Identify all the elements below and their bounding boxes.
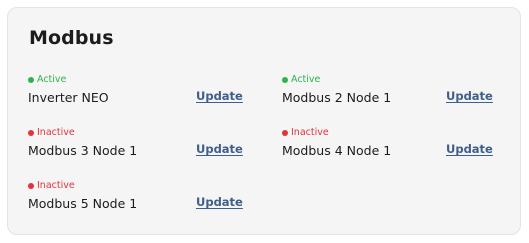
card-title: Modbus xyxy=(29,27,114,49)
status-label: Inactive xyxy=(37,180,75,191)
device-item: Inactive Modbus 5 Node 1 Update xyxy=(28,180,258,220)
update-link[interactable]: Update xyxy=(196,195,243,209)
device-name: Modbus 3 Node 1 xyxy=(28,143,138,158)
status-dot-icon xyxy=(282,129,288,136)
status-label: Active xyxy=(37,74,67,85)
update-link[interactable]: Update xyxy=(196,89,243,103)
device-item: Active Modbus 2 Node 1 Update xyxy=(282,74,512,114)
status-dot-icon xyxy=(282,76,288,83)
status-dot-icon xyxy=(28,182,34,189)
device-item: Active Inverter NEO Update xyxy=(28,74,258,114)
device-name: Inverter NEO xyxy=(28,90,109,105)
update-link[interactable]: Update xyxy=(446,142,493,156)
modbus-card: Modbus Active Inverter NEO Update Active… xyxy=(7,7,521,235)
status-indicator: Inactive xyxy=(28,127,75,138)
device-item: Inactive Modbus 4 Node 1 Update xyxy=(282,127,512,167)
status-indicator: Active xyxy=(28,74,66,85)
status-indicator: Inactive xyxy=(282,127,329,138)
update-link[interactable]: Update xyxy=(196,142,243,156)
device-item: Inactive Modbus 3 Node 1 Update xyxy=(28,127,258,167)
device-name: Modbus 5 Node 1 xyxy=(28,196,138,211)
device-name: Modbus 4 Node 1 xyxy=(282,143,392,158)
status-dot-icon xyxy=(28,76,34,83)
status-indicator: Active xyxy=(282,74,320,85)
update-link[interactable]: Update xyxy=(446,89,493,103)
status-label: Active xyxy=(291,74,321,85)
status-dot-icon xyxy=(28,129,34,136)
status-indicator: Inactive xyxy=(28,180,75,191)
status-label: Inactive xyxy=(37,127,75,138)
status-label: Inactive xyxy=(291,127,329,138)
device-name: Modbus 2 Node 1 xyxy=(282,90,392,105)
